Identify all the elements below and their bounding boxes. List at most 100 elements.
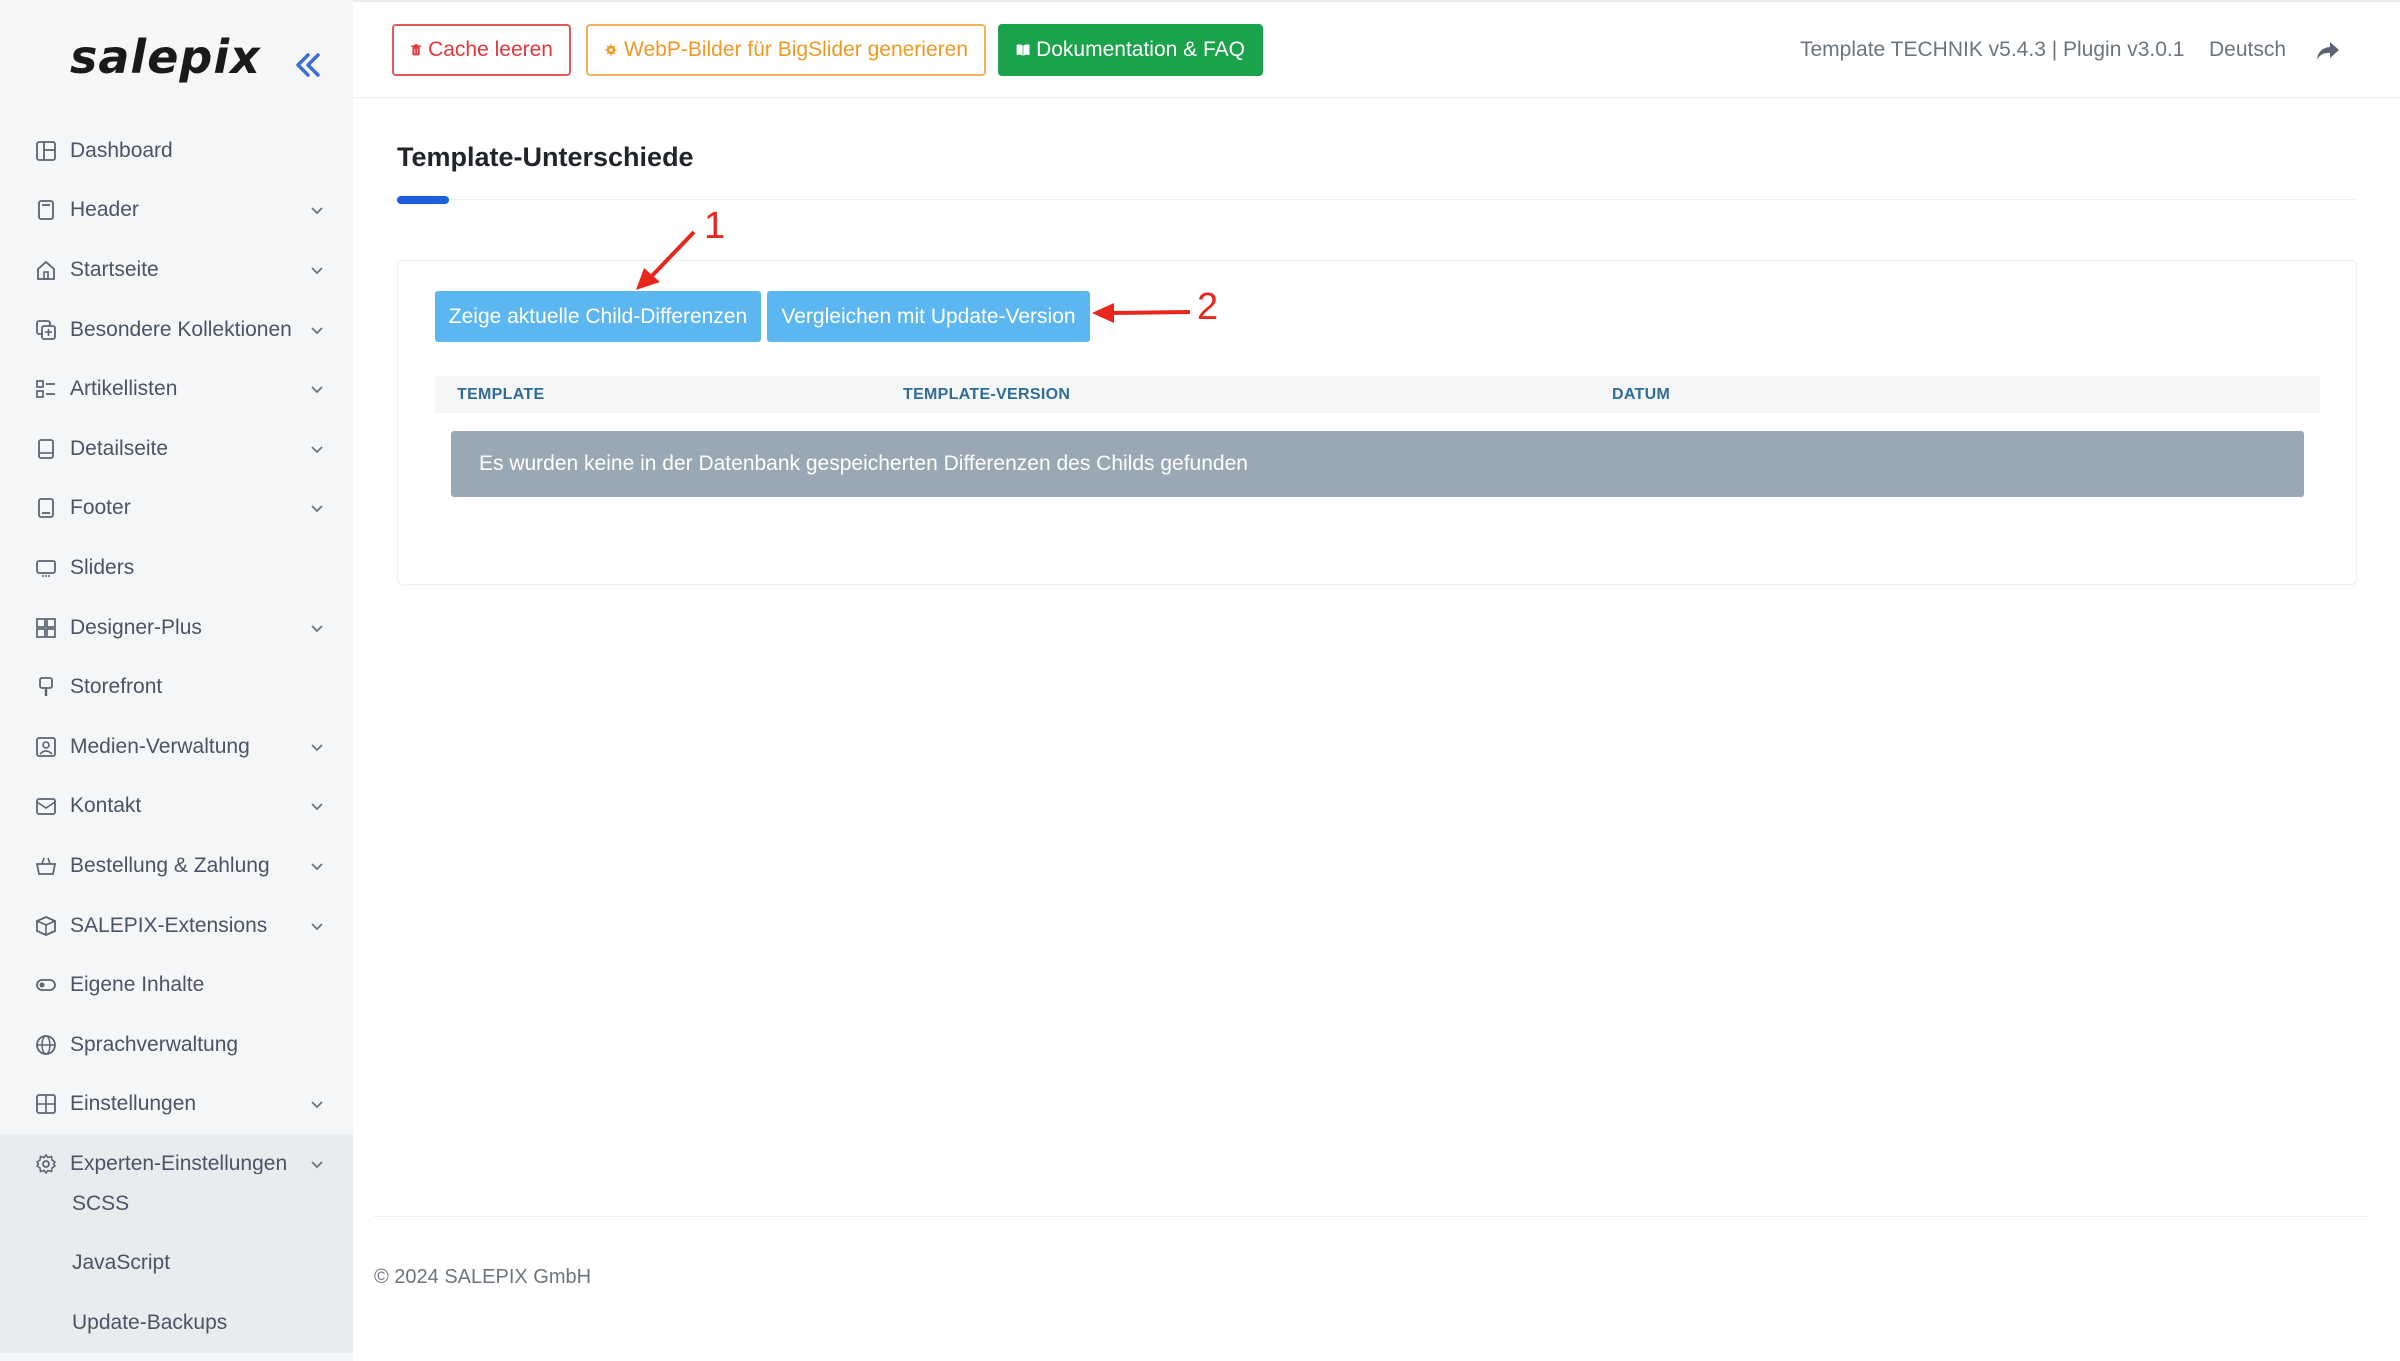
sidebar-item-label: Einstellungen — [70, 1092, 197, 1116]
sidebar-item-label: Kontakt — [70, 794, 142, 818]
submenu-item-update-backups[interactable]: Update-Backups — [0, 1293, 353, 1353]
collapse-sidebar-icon[interactable] — [288, 46, 326, 84]
column-header-template[interactable]: TEMPLATE — [457, 386, 544, 404]
media-icon — [34, 735, 58, 759]
page-title: Template-Unterschiede — [397, 142, 694, 172]
annotation-number-2: 2 — [1197, 286, 1219, 328]
chevron-down-icon — [311, 863, 323, 871]
sidebar-item-label: Bestellung & Zahlung — [70, 853, 270, 877]
globe-icon — [34, 1033, 58, 1057]
chevron-down-icon — [311, 1161, 323, 1169]
detail-icon — [34, 437, 58, 461]
column-header-datum[interactable]: DATUM — [1612, 386, 1670, 404]
sidebar: salepix Dashboard Header Startseite Beso… — [0, 0, 353, 1361]
sidebar-item-dashboard[interactable]: Dashboard — [0, 121, 353, 181]
table-header: TEMPLATE TEMPLATE-VERSION DATUM — [435, 376, 2320, 413]
empty-state-alert: Es wurden keine in der Datenbank gespeic… — [451, 431, 2304, 497]
sidebar-item-label: Footer — [70, 496, 131, 520]
title-accent-bar — [397, 196, 449, 204]
submenu-experten-einstellungen: SCSS JavaScript Update-Backups — [0, 1174, 353, 1353]
sidebar-item-label: Dashboard — [70, 138, 173, 162]
sidebar-item-label: Sliders — [70, 555, 135, 579]
sidebar-item-einstellungen[interactable]: Einstellungen — [0, 1075, 353, 1135]
sidebar-item-designer-plus[interactable]: Designer-Plus — [0, 598, 353, 658]
sidebar-item-label: Header — [70, 198, 139, 222]
sidebar-item-label: Designer-Plus — [70, 615, 202, 639]
sidebar-item-header[interactable]: Header — [0, 181, 353, 241]
brush-icon — [34, 675, 58, 699]
submenu-item-scss[interactable]: SCSS — [0, 1174, 353, 1234]
template-differences-card: Zeige aktuelle Child-Differenzen Verglei… — [397, 260, 2357, 585]
annotation-arrows — [636, 230, 1191, 323]
compare-update-version-button[interactable]: Vergleichen mit Update-Version — [767, 291, 1090, 342]
basket-icon — [34, 854, 58, 878]
sidebar-item-label: Experten-Einstellungen — [70, 1151, 288, 1175]
toggle-icon — [34, 973, 58, 997]
version-info: Template TECHNIK v5.4.3 | Plugin v3.0.1 — [1800, 38, 2185, 61]
chevron-down-icon — [311, 386, 323, 394]
column-header-template-version[interactable]: TEMPLATE-VERSION — [903, 386, 1070, 404]
sidebar-item-storefront[interactable]: Storefront — [0, 657, 353, 717]
chevron-down-icon — [311, 803, 323, 811]
sidebar-item-label: Startseite — [70, 257, 159, 281]
dashboard-icon — [34, 139, 58, 163]
generate-webp-button[interactable]: WebP-Bilder für BigSlider generieren — [586, 24, 986, 76]
sidebar-item-label: SALEPIX-Extensions — [70, 913, 268, 937]
documentation-button[interactable]: Dokumentation & FAQ — [998, 24, 1263, 76]
submenu-item-javascript[interactable]: JavaScript — [0, 1234, 353, 1294]
sidebar-item-sliders[interactable]: Sliders — [0, 538, 353, 598]
sidebar-item-label: Storefront — [70, 675, 163, 699]
sidebar-item-footer[interactable]: Footer — [0, 479, 353, 539]
share-icon[interactable] — [2315, 38, 2341, 64]
sidebar-item-startseite[interactable]: Startseite — [0, 240, 353, 300]
topbar: Cache leeren WebP-Bilder für BigSlider g… — [353, 0, 2400, 98]
show-child-differences-button[interactable]: Zeige aktuelle Child-Differenzen — [435, 291, 761, 342]
collections-icon — [34, 318, 58, 342]
list-icon — [34, 377, 58, 401]
generate-webp-label: WebP-Bilder für BigSlider generieren — [624, 38, 968, 61]
chevron-down-icon — [311, 505, 323, 513]
sidebar-item-label: Medien-Verwaltung — [70, 734, 250, 758]
sidebar-item-medien-verwaltung[interactable]: Medien-Verwaltung — [0, 717, 353, 777]
annotation-number-1: 1 — [704, 205, 726, 247]
chevron-down-icon — [311, 922, 323, 930]
home-icon — [34, 258, 58, 282]
documentation-label: Dokumentation & FAQ — [1036, 38, 1245, 61]
sidebar-item-detailseite[interactable]: Detailseite — [0, 419, 353, 479]
grid-icon — [34, 1092, 58, 1116]
book-icon — [1016, 44, 1030, 56]
gear-icon — [604, 43, 618, 57]
sidebar-item-label: Detailseite — [70, 436, 169, 460]
designer-icon — [34, 616, 58, 640]
sidebar-item-label: Sprachverwaltung — [70, 1032, 239, 1056]
header-icon — [34, 198, 58, 222]
footer-divider — [374, 1216, 2369, 1217]
sidebar-item-besondere-kollektionen[interactable]: Besondere Kollektionen — [0, 300, 353, 360]
footer-icon — [34, 496, 58, 520]
gear-icon — [34, 1152, 58, 1176]
chevron-down-icon — [311, 267, 323, 275]
sidebar-item-label: Artikellisten — [70, 377, 178, 401]
chevron-down-icon — [311, 326, 323, 334]
slider-icon — [34, 556, 58, 580]
clear-cache-label: Cache leeren — [428, 38, 553, 61]
salepix-logo[interactable]: salepix — [70, 30, 261, 84]
language-selector[interactable]: Deutsch — [2209, 38, 2286, 62]
chevron-down-icon — [311, 744, 323, 752]
chevron-down-icon — [311, 446, 323, 454]
chevron-down-icon — [311, 207, 323, 215]
sidebar-item-artikellisten[interactable]: Artikellisten — [0, 359, 353, 419]
sidebar-item-label: Besondere Kollektionen — [70, 317, 292, 341]
sidebar-item-kontakt[interactable]: Kontakt — [0, 777, 353, 837]
chevron-down-icon — [311, 624, 323, 632]
title-divider — [397, 199, 2355, 200]
clear-cache-button[interactable]: Cache leeren — [392, 24, 571, 76]
sidebar-item-label: Eigene Inhalte — [70, 973, 205, 997]
sidebar-item-eigene-inhalte[interactable]: Eigene Inhalte — [0, 955, 353, 1015]
sidebar-item-sprachverwaltung[interactable]: Sprachverwaltung — [0, 1015, 353, 1075]
trash-icon — [411, 44, 421, 56]
copyright: © 2024 SALEPIX GmbH — [374, 1266, 592, 1288]
sidebar-menu: Dashboard Header Startseite Besondere Ko… — [0, 121, 353, 1194]
sidebar-item-salepix-extensions[interactable]: SALEPIX-Extensions — [0, 896, 353, 956]
sidebar-item-bestellung-zahlung[interactable]: Bestellung & Zahlung — [0, 836, 353, 896]
